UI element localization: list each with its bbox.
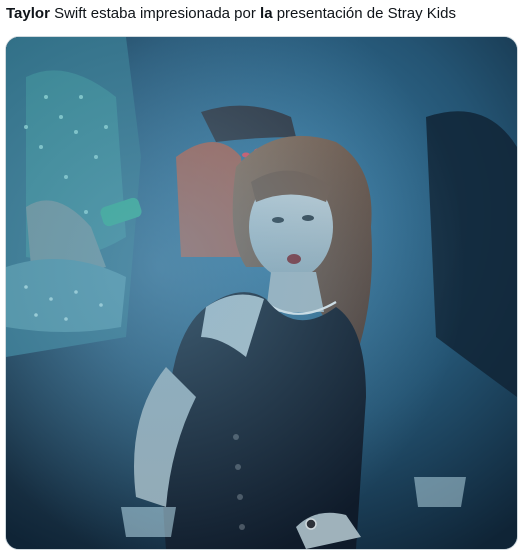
- cropped-footer: [6, 549, 66, 557]
- concert-photo: [6, 37, 517, 549]
- stage-haze: [6, 37, 517, 549]
- post-image[interactable]: [5, 36, 518, 550]
- caption-text-1: Swift estaba impresionada por: [49, 5, 261, 22]
- caption-word-taylor: Taylor: [6, 5, 50, 22]
- post-caption: Taylor Swift estaba impresionada por la …: [6, 4, 456, 24]
- caption-word-la: la: [260, 5, 273, 22]
- caption-text-2: presentación de Stray Kids: [272, 5, 456, 22]
